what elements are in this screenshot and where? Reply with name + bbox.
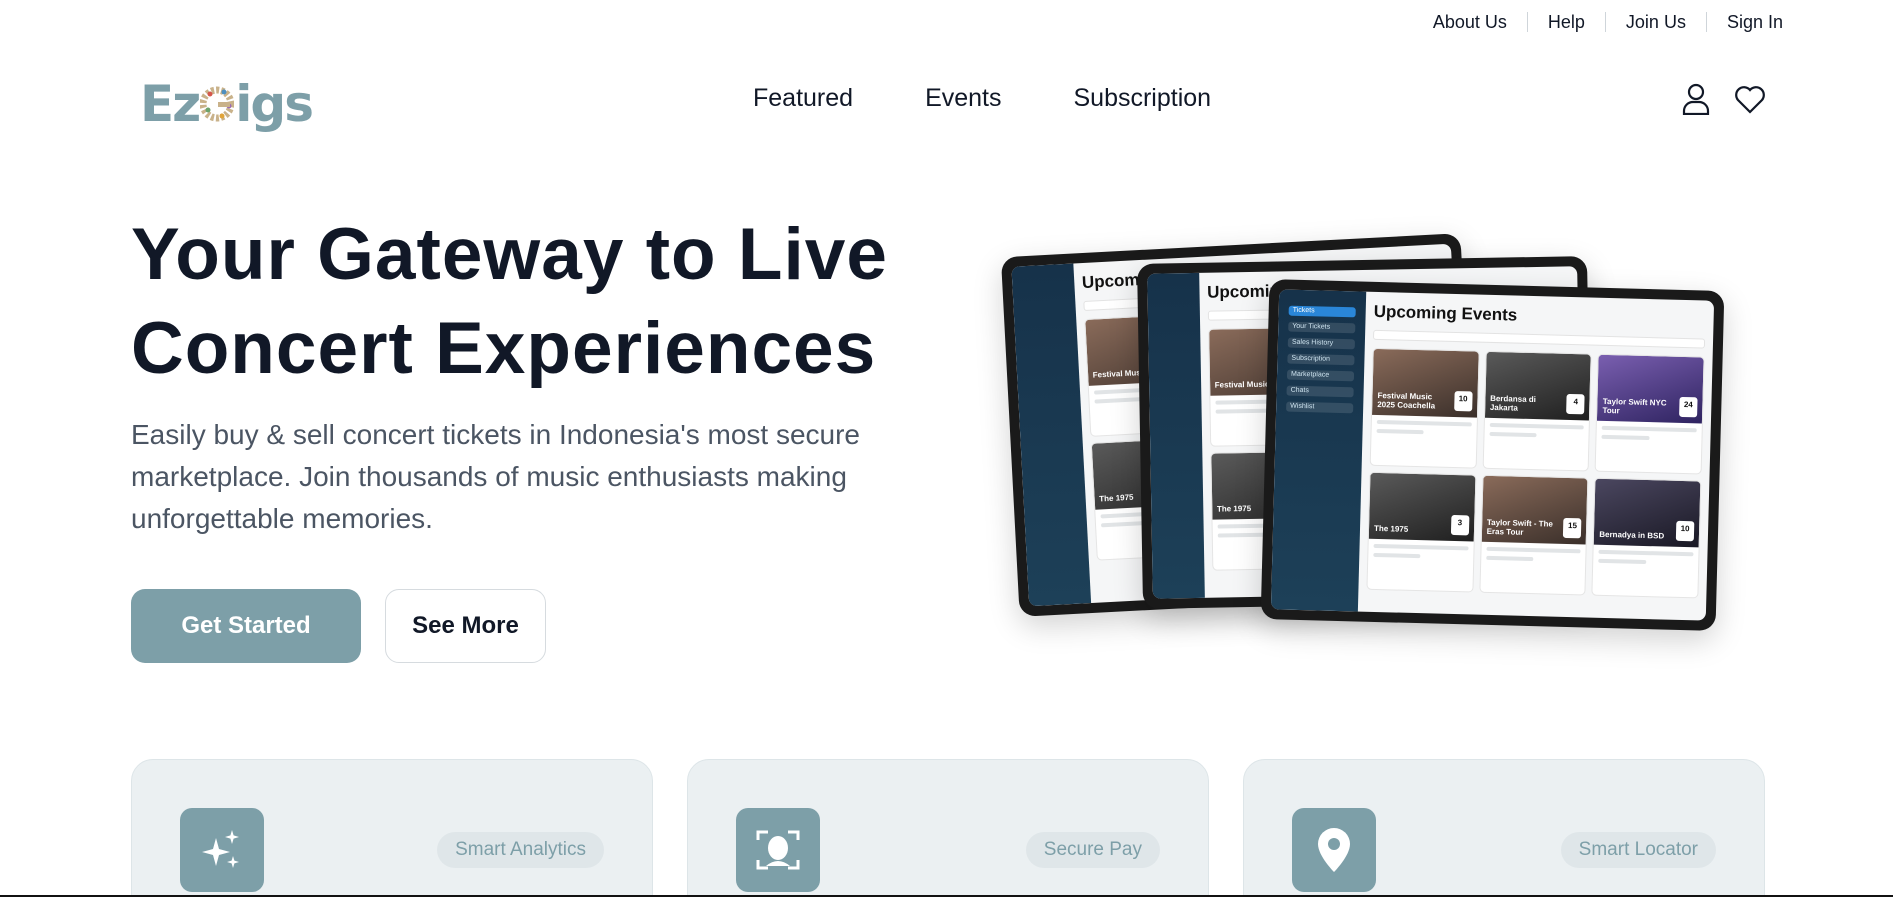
mockup-sidebar-item: Wishlist	[1286, 401, 1354, 414]
logo-mosaic-g-icon	[199, 80, 235, 128]
hero-subtitle: Easily buy & sell concert tickets in Ind…	[131, 419, 860, 534]
event-card: Berdansa di Jakarta 4	[1482, 350, 1593, 472]
event-name: Festival Music 2025 Coachella	[1377, 390, 1436, 411]
mockup-grid: Festival Music 2025 Coachella 10 Berdansa…	[1366, 347, 1705, 599]
event-card: Bernadya in BSD 10	[1591, 477, 1702, 599]
mockup-title: Upcoming Events	[1373, 301, 1518, 325]
event-day: 10	[1675, 520, 1695, 542]
sparkles-icon	[180, 808, 264, 892]
event-day: 15	[1563, 517, 1582, 539]
mockup-sidebar: Tickets Your Tickets Sales History Subsc…	[1270, 289, 1367, 612]
event-name: Taylor Swift - The Eras Tour	[1486, 517, 1554, 537]
heart-icon[interactable]	[1734, 82, 1766, 116]
sign-in-link[interactable]: Sign In	[1707, 12, 1783, 33]
hero-title-line-1: Your Gateway to Live	[131, 214, 888, 295]
feature-card-analytics[interactable]: Smart Analytics	[131, 759, 653, 897]
event-day: 24	[1679, 396, 1698, 418]
feature-card-secure-pay[interactable]: Secure Pay	[687, 759, 1209, 897]
event-day: 3	[1450, 514, 1470, 536]
hero-title-line-2: Concert Experiences	[131, 308, 877, 389]
mockup-sidebar-item: Tickets	[1288, 305, 1356, 318]
ezgigs-logo[interactable]: Ez igs	[140, 75, 314, 133]
help-link[interactable]: Help	[1528, 12, 1605, 33]
utility-nav: About Us Help Join Us Sign In	[1413, 10, 1783, 34]
event-name: Taylor Swift NYC Tour	[1602, 396, 1667, 416]
mockup-sidebar-item: Marketplace	[1286, 369, 1355, 382]
event-card: The 1975 3	[1366, 471, 1477, 593]
event-name: The 1975	[1373, 523, 1409, 534]
mockup-sidebar	[1147, 272, 1205, 599]
mockup-sidebar-item: Subscription	[1287, 353, 1355, 366]
hero-title: Your Gateway to Live Concert Experiences	[131, 208, 951, 396]
hero-device-mockup: Upcoming Festival Music 2025 Coachella T…	[1000, 225, 1740, 645]
face-scan-icon	[736, 808, 820, 892]
smart-analytics-badge: Smart Analytics	[437, 832, 604, 868]
nav-icon-group	[1680, 82, 1766, 116]
about-us-link[interactable]: About Us	[1413, 12, 1527, 33]
mockup-main: Upcoming Events Festival Music 2025 Coac…	[1358, 292, 1714, 621]
smart-locator-badge: Smart Locator	[1560, 832, 1716, 868]
mockup-sidebar-item: Sales History	[1287, 337, 1355, 350]
nav-events[interactable]: Events	[925, 84, 1001, 113]
get-started-button[interactable]: Get Started	[131, 589, 361, 663]
see-more-button[interactable]: See More	[385, 589, 546, 663]
event-day: 10	[1453, 390, 1473, 412]
secure-pay-badge: Secure Pay	[1025, 832, 1160, 868]
location-pin-icon	[1292, 808, 1376, 892]
mockup-screen: Tickets Your Tickets Sales History Subsc…	[1270, 289, 1715, 621]
join-us-link[interactable]: Join Us	[1606, 12, 1706, 33]
event-name: Bernadya in BSD	[1599, 529, 1665, 541]
mockup-tablet-front: Tickets Your Tickets Sales History Subsc…	[1260, 279, 1725, 631]
user-icon[interactable]	[1680, 82, 1712, 116]
logo-text-ez: Ez	[140, 75, 201, 133]
nav-subscription[interactable]: Subscription	[1074, 84, 1212, 113]
event-card: Festival Music 2025 Coachella 10	[1369, 347, 1480, 469]
nav-featured[interactable]: Featured	[753, 84, 853, 113]
event-card: Taylor Swift - The Eras Tour 15	[1479, 474, 1589, 596]
mockup-sidebar-item: Your Tickets	[1288, 321, 1356, 334]
main-nav: Featured Events Subscription	[753, 84, 1211, 113]
event-card: Taylor Swift NYC Tour 24	[1594, 353, 1705, 475]
event-name: Berdansa di Jakarta	[1489, 393, 1537, 413]
mockup-sidebar-item: Chats	[1286, 385, 1354, 398]
logo-text-igs: igs	[235, 75, 314, 133]
event-day: 4	[1566, 393, 1585, 415]
feature-card-locator[interactable]: Smart Locator	[1243, 759, 1765, 897]
mockup-search	[1372, 329, 1706, 349]
